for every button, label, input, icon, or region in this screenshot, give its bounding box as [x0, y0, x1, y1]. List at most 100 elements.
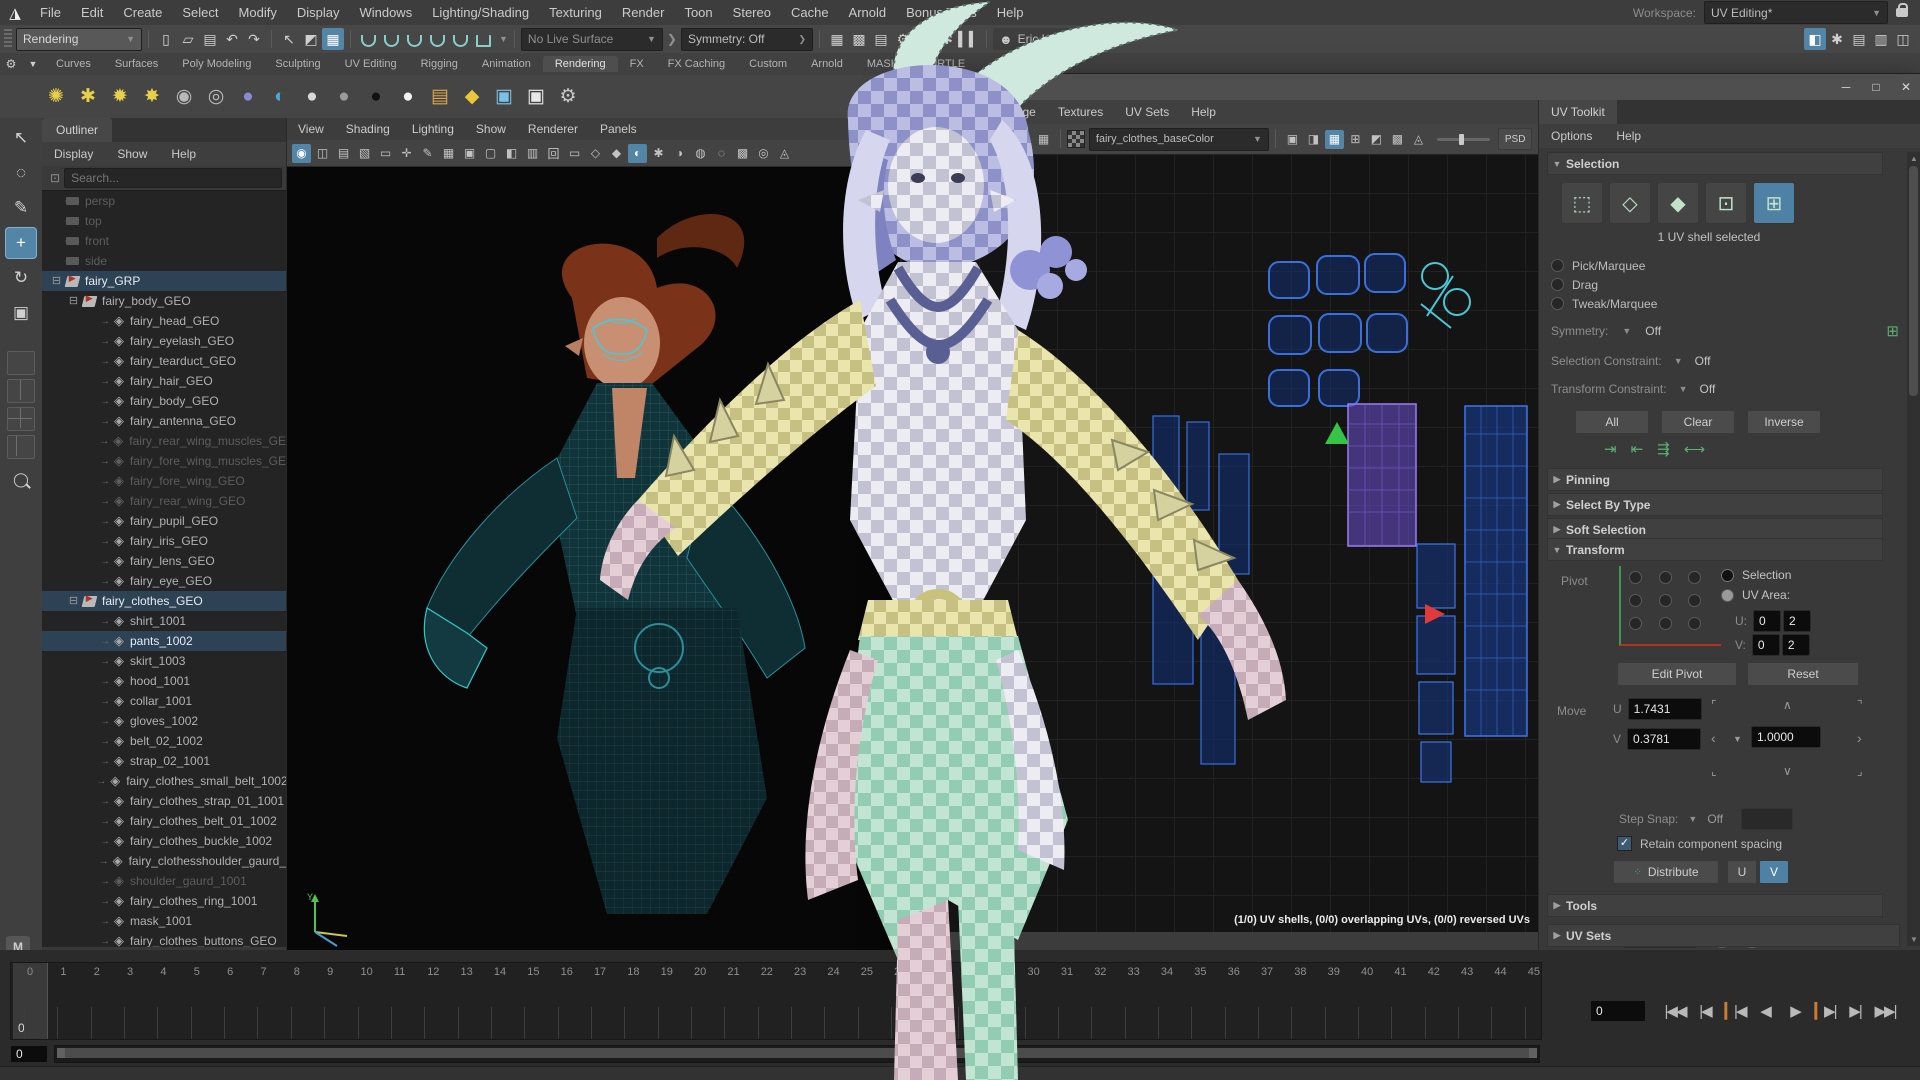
scale-tool-icon[interactable]: ▣	[6, 298, 36, 328]
shelf-point-light-icon[interactable]: ✺	[41, 82, 71, 112]
outliner-item[interactable]: ⊟→ ◈ fairy_clothes_belt_01_1002	[42, 811, 286, 831]
shelf-spot-light-icon[interactable]: ✱	[73, 82, 103, 112]
go-to-end-button[interactable]: ▶▶|	[1870, 998, 1900, 1024]
viewport-depth-of-field-icon[interactable]: ◎	[754, 144, 773, 163]
selection-action-button[interactable]: Inverse	[1747, 410, 1821, 434]
outliner-tab[interactable]: Outliner	[42, 118, 112, 142]
play-forwards-button[interactable]: ▶	[1780, 998, 1810, 1024]
distribute-u-button[interactable]: U	[1727, 860, 1757, 884]
viewport-camera-attrs-icon[interactable]: ▤	[334, 144, 353, 163]
channel-box-icon[interactable]: ◫	[1892, 28, 1914, 50]
uv-point-mode-icon[interactable]: ⊡	[1705, 182, 1747, 224]
outliner-item[interactable]: ⊟→ ◈ fairy_clothes_ring_1001	[42, 891, 286, 911]
nudge-down-icon[interactable]: ∨	[1783, 764, 1792, 778]
shelf-tab[interactable]: Rendering	[543, 56, 618, 72]
render-settings-icon[interactable]: ⚙	[892, 28, 914, 50]
nudge-up-right-icon[interactable]: ⌝	[1857, 698, 1863, 712]
ipr-render-icon[interactable]: ▩	[848, 28, 870, 50]
viewport-safe-action-icon[interactable]: 回	[544, 144, 563, 163]
viewport-shadows-icon[interactable]: ◑	[670, 144, 689, 163]
viewport-motion-blur-icon[interactable]: ◌	[712, 144, 731, 163]
uv-toolkit-menu-item[interactable]: Options	[1539, 129, 1604, 143]
outliner-item[interactable]: ⊟→ ◈ shirt_1001	[42, 611, 286, 631]
render-view-icon[interactable]: ▦	[826, 28, 848, 50]
section-tools[interactable]: ▶Tools	[1547, 894, 1883, 917]
outliner-item[interactable]: ⊟→ ◈ belt_02_1002	[42, 731, 286, 751]
outliner-item[interactable]: ⊟→ front	[42, 231, 286, 251]
make-live-icon[interactable]	[476, 35, 491, 47]
selection-action-button[interactable]: All	[1575, 410, 1649, 434]
viewport-menu-item[interactable]: Lighting	[401, 122, 465, 136]
rotate-tool-icon[interactable]: ↻	[6, 263, 36, 293]
shelf-standard-surface-icon[interactable]: ◐	[265, 82, 295, 112]
viewport-image-plane-icon[interactable]: ▭	[376, 144, 395, 163]
outliner-item[interactable]: ⊟→ ◈ fairy_rear_wing_GEO	[42, 491, 286, 511]
nudge-left-icon[interactable]: ‹	[1711, 730, 1716, 746]
uv-face-mode-icon[interactable]: ◆	[1657, 182, 1699, 224]
viewport-menu-item[interactable]: View	[287, 122, 335, 136]
pivot-selection-radio[interactable]: Selection	[1721, 568, 1791, 582]
uv-area-u-min-field[interactable]: 0	[1753, 610, 1781, 632]
distribute-button[interactable]: ⁘Distribute	[1613, 860, 1719, 884]
outliner-item[interactable]: ⊟→ ◈ skirt_1003	[42, 651, 286, 671]
pick-mode-radio[interactable]: Drag	[1551, 275, 1657, 294]
outliner-item[interactable]: ⊟→ ◈ fairy_fore_wing_muscles_GE	[42, 451, 286, 471]
humanik-icon[interactable]: ✱	[1826, 28, 1848, 50]
outliner-search-input[interactable]	[64, 168, 282, 188]
selection-action-button[interactable]: Clear	[1661, 410, 1735, 434]
shelf-tab[interactable]: Arnold	[799, 56, 855, 72]
uv-editor-menu-item[interactable]: View	[944, 105, 992, 119]
snap-to-grid-icon[interactable]	[361, 35, 376, 47]
viewport-multisample-icon[interactable]: ▩	[733, 144, 752, 163]
attribute-editor-icon[interactable]: ▤	[1848, 28, 1870, 50]
menubar-item[interactable]: Toon	[674, 5, 722, 20]
texture-selector[interactable]: fairy_clothes_baseColor▼	[1089, 128, 1269, 151]
uv-vertex-mode-icon[interactable]: ⬚	[1561, 182, 1603, 224]
viewport-film-gate-icon[interactable]: ▣	[460, 144, 479, 163]
snap-to-curve-icon[interactable]	[384, 35, 399, 47]
menubar-item[interactable]: Render	[612, 5, 675, 20]
shrink-selection-icon[interactable]: ⇥	[1604, 440, 1617, 458]
viewport-resolution-gate-icon[interactable]: ▢	[481, 144, 500, 163]
selection-constraint-value[interactable]: Off	[1695, 354, 1711, 368]
outliner-item[interactable]: ⊟→ ◈ fairy_tearduct_GEO	[42, 351, 286, 371]
menubar-item[interactable]: Texturing	[539, 5, 612, 20]
outliner-menu-item[interactable]: Show	[105, 147, 159, 161]
shelf-tab[interactable]: Curves	[44, 56, 103, 72]
shelf-white-material-icon[interactable]: ●	[393, 82, 423, 112]
viewport-textured-icon[interactable]: ◐	[628, 144, 647, 163]
range-start-field[interactable]: 0	[10, 1045, 48, 1063]
menubar-item[interactable]: Bonus Tools	[896, 5, 987, 20]
outliner-item[interactable]: ⊟→ ◈ fairy_head_GEO	[42, 311, 286, 331]
shelf-tab[interactable]: Sculpting	[263, 56, 332, 72]
shelf-ramp-icon[interactable]: ▤	[425, 82, 455, 112]
light-editor-icon[interactable]: ✱	[936, 28, 958, 50]
layout-two-pane-button[interactable]	[7, 379, 35, 403]
collapsed-section-header[interactable]: ▶Select By Type	[1547, 493, 1883, 516]
layout-outliner-persp-button[interactable]	[7, 435, 35, 459]
shelf-blinn-icon[interactable]: ●	[297, 82, 327, 112]
uv-flip-v-icon[interactable]: ⇅	[929, 130, 948, 149]
outliner-item[interactable]: ⊟→ ◈ fairy_eye_GEO	[42, 571, 286, 591]
shelf-lambert-icon[interactable]: ●	[329, 82, 359, 112]
outliner-item[interactable]: ⊟→ side	[42, 251, 286, 271]
outliner-item[interactable]: ⊟→ ◈ fairy_iris_GEO	[42, 531, 286, 551]
symmetry-grid-icon[interactable]: ⊞	[1886, 322, 1899, 340]
select-tool-icon[interactable]: ↖	[6, 123, 36, 153]
tool-settings-icon[interactable]: ▥	[1870, 28, 1892, 50]
shelf-tab[interactable]: FX	[618, 56, 656, 72]
uv-area-v-max-field[interactable]: 2	[1782, 634, 1810, 656]
uv-checker-map-icon[interactable]: ▩	[1388, 130, 1407, 149]
menubar-item[interactable]: Select	[172, 5, 228, 20]
outliner-filter-icon[interactable]: ⊡	[50, 171, 60, 185]
uv-canvas[interactable]: (1/0) UV shells, (0/0) overlapping UVs, …	[901, 154, 1538, 932]
play-backwards-button[interactable]: ◀	[1750, 998, 1780, 1024]
status-line-grip[interactable]	[4, 29, 12, 49]
zoom-tool-icon[interactable]: ◯	[6, 464, 36, 494]
uv-editor-menu-item[interactable]: Help	[1180, 105, 1227, 119]
shelf-tab[interactable]: Custom	[737, 56, 799, 72]
open-scene-icon[interactable]: ▱	[177, 28, 199, 50]
shelf-tab[interactable]: UV Editing	[333, 56, 409, 72]
uv-editor-titlebar[interactable]: UV Editor ─□✕	[901, 74, 1920, 101]
range-slider[interactable]: 0	[10, 1044, 1540, 1064]
